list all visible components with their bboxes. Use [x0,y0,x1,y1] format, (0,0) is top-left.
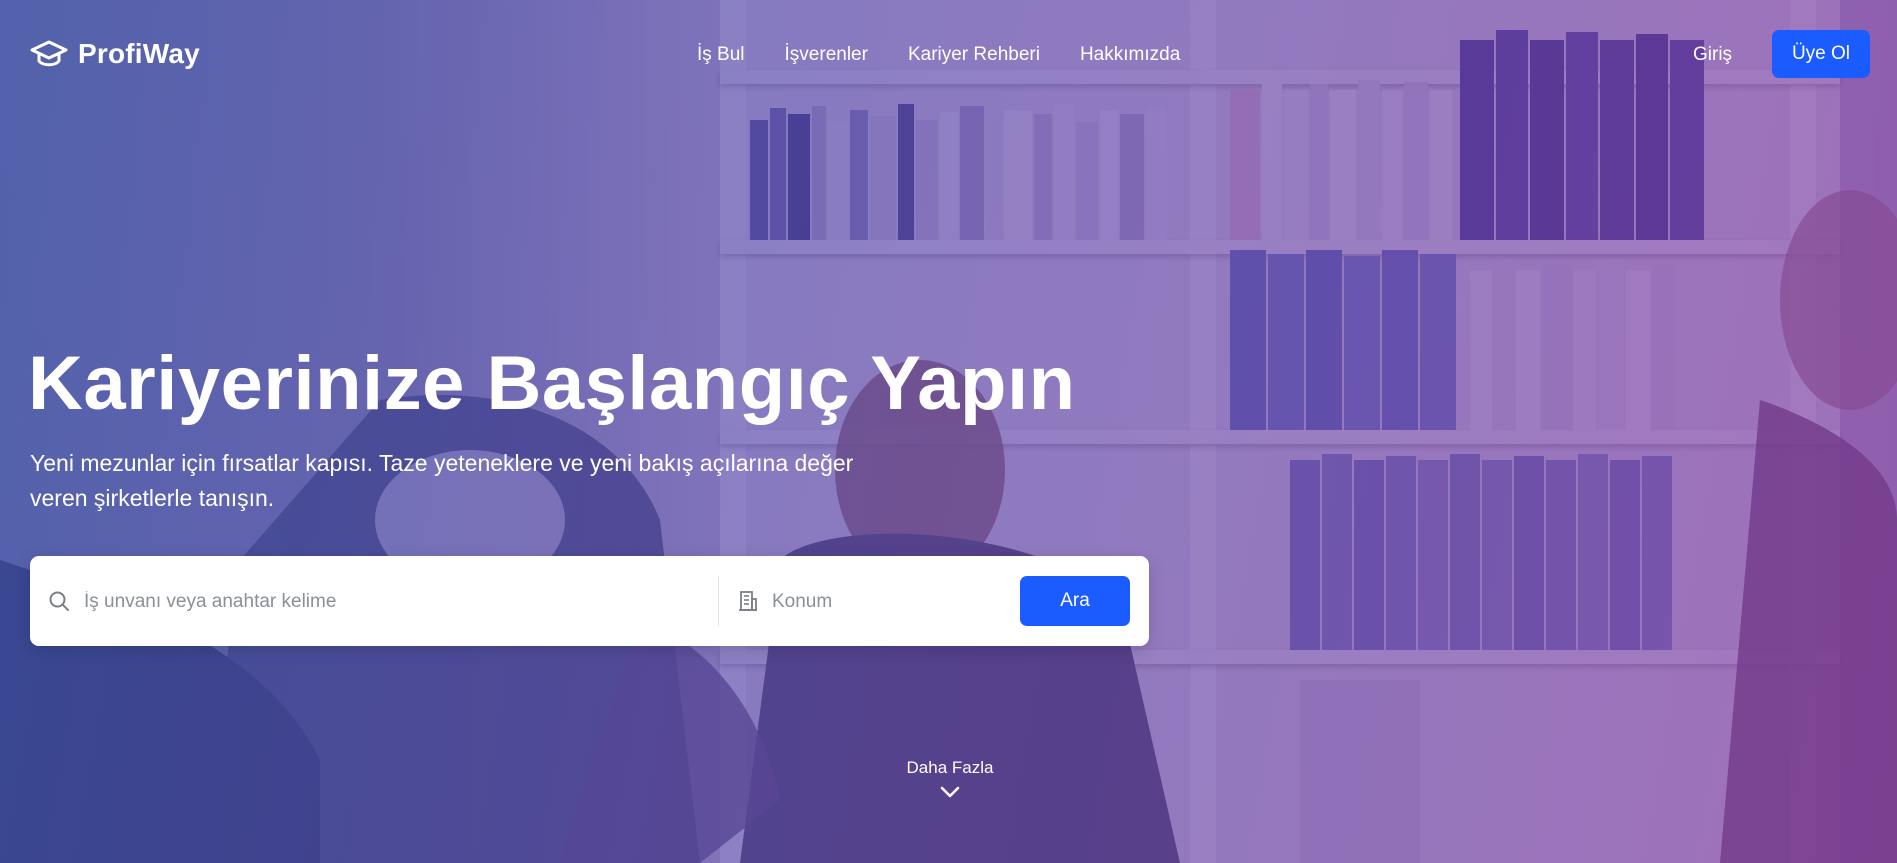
search-button[interactable]: Ara [1020,576,1130,626]
graduation-cap-icon [30,39,68,69]
nav-link-isverenler[interactable]: İşverenler [785,44,868,66]
hero-subtitle: Yeni mezunlar için fırsatlar kapısı. Taz… [30,450,854,511]
scroll-more[interactable]: Daha Fazla [900,758,1000,798]
nav-link-is-bul[interactable]: İş Bul [697,44,745,66]
more-label: Daha Fazla [906,758,994,777]
search-icon [48,590,70,617]
nav-link-hakkimizda[interactable]: Hakkımızda [1080,44,1180,66]
nav-links: İş Bul İşverenler Kariyer Rehberi Hakkım… [697,44,1180,66]
brand-name: ProfiWay [78,38,200,69]
job-search-bar: Ara [30,556,1149,646]
search-divider [718,576,719,626]
location-input[interactable] [770,580,1024,624]
building-icon [738,590,758,617]
signup-button[interactable]: Üye Ol [1772,30,1870,78]
login-link[interactable]: Giriş [1693,44,1732,66]
hero-section: ProfiWay İş Bul İşverenler Kariyer Rehbe… [0,0,1897,863]
keyword-input[interactable] [82,580,686,624]
gradient-overlay [0,0,1897,863]
nav-link-kariyer-rehberi[interactable]: Kariyer Rehberi [908,44,1040,66]
navbar: ProfiWay İş Bul İşverenler Kariyer Rehbe… [0,0,1897,110]
hero-title: Kariyerinize Başlangıç Yapın [28,341,1076,426]
chevron-down-icon [900,786,1000,798]
brand-logo[interactable]: ProfiWay [30,38,200,70]
